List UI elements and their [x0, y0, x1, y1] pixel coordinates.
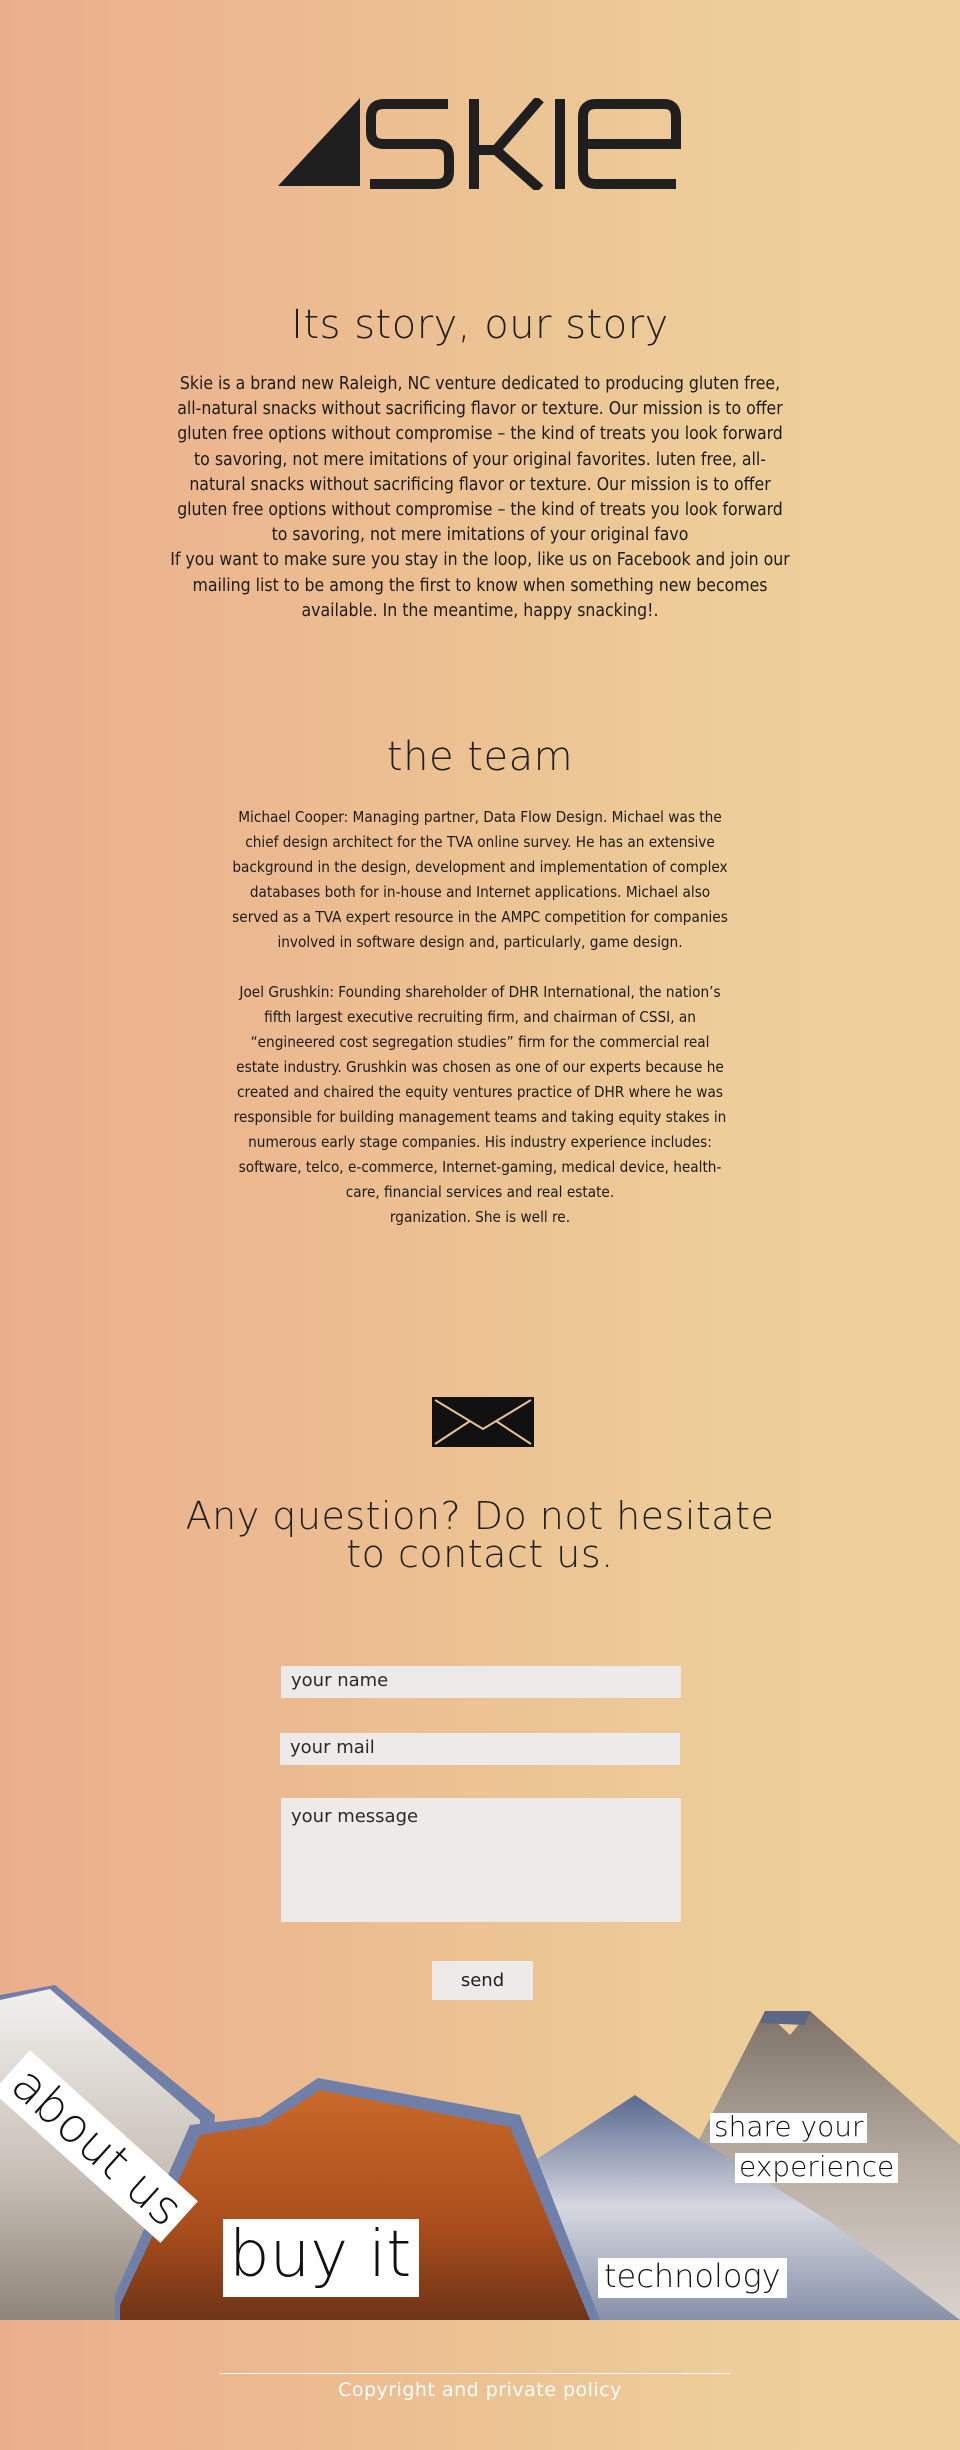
- name-input[interactable]: your name: [281, 1666, 681, 1698]
- team-title: the team: [386, 734, 574, 780]
- contact-title: Any question? Do not hesitate to contact…: [0, 1497, 960, 1573]
- email-input[interactable]: your mail: [280, 1733, 680, 1765]
- team-member-bio: Joel Grushkin: Founding shareholder of D…: [233, 983, 727, 1226]
- story-body: Skie is a brand new Raleigh, NC venture …: [170, 372, 790, 624]
- nav-buy-it[interactable]: buy it: [223, 2219, 419, 2297]
- brand-logo: [278, 98, 682, 190]
- footer-link[interactable]: Copyright and private policy: [0, 2379, 960, 2401]
- nav-technology[interactable]: technology: [598, 2258, 787, 2298]
- mountain-shape: [760, 2011, 810, 2025]
- message-textarea[interactable]: your message: [281, 1798, 681, 1922]
- nav-share-experience[interactable]: experience: [735, 2153, 899, 2183]
- team-member-bio: Michael Cooper: Managing partner, Data F…: [232, 808, 728, 951]
- story-paragraph: Skie is a brand new Raleigh, NC venture …: [177, 374, 783, 546]
- envelope-icon: [432, 1397, 534, 1447]
- story-paragraph: If you want to make sure you stay in the…: [170, 550, 790, 621]
- nav-share-experience[interactable]: share your: [710, 2113, 868, 2143]
- footer-divider: [220, 2373, 730, 2374]
- team-body: Michael Cooper: Managing partner, Data F…: [228, 805, 732, 1230]
- story-title: Its story, our story: [291, 302, 669, 348]
- contact-title-line: to contact us.: [346, 1532, 614, 1576]
